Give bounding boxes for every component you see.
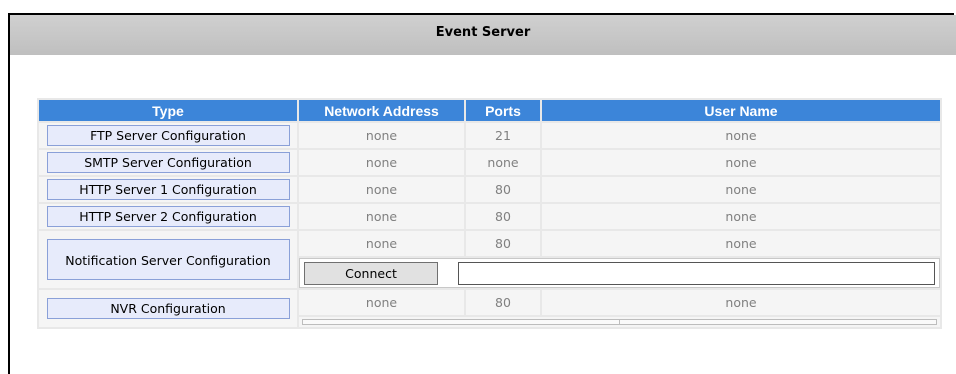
table-row: FTP Server Configuration none 21 none bbox=[39, 123, 940, 148]
port-cell: 80 bbox=[466, 204, 540, 229]
notification-server-config-button[interactable]: Notification Server Configuration bbox=[46, 239, 290, 280]
notification-url-input[interactable] bbox=[458, 261, 935, 285]
nvr-detail-bar bbox=[302, 319, 937, 325]
table-row: SMTP Server Configuration none none none bbox=[39, 150, 940, 175]
network-address-cell: none bbox=[299, 204, 464, 229]
event-server-table: Type Network Address Ports User Name FTP… bbox=[37, 98, 942, 329]
port-cell: 80 bbox=[466, 231, 540, 256]
user-name-cell: none bbox=[542, 204, 940, 229]
connect-panel: Connect bbox=[299, 258, 940, 288]
column-header-ports: Ports bbox=[466, 100, 540, 121]
table-row: Notification Server Configuration none 8… bbox=[39, 231, 940, 288]
column-header-type: Type bbox=[39, 100, 297, 121]
smtp-config-button[interactable]: SMTP Server Configuration bbox=[46, 152, 290, 173]
nvr-config-button[interactable]: NVR Configuration bbox=[46, 298, 290, 319]
http-server-1-config-button[interactable]: HTTP Server 1 Configuration bbox=[46, 179, 290, 200]
table-row: HTTP Server 2 Configuration none 80 none bbox=[39, 204, 940, 229]
column-header-user-name: User Name bbox=[542, 100, 940, 121]
user-name-cell: none bbox=[542, 177, 940, 202]
network-address-cell: none bbox=[299, 177, 464, 202]
table-header-row: Type Network Address Ports User Name bbox=[39, 100, 940, 121]
port-cell: 80 bbox=[466, 177, 540, 202]
table-row: NVR Configuration none 80 none bbox=[39, 290, 940, 327]
port-cell: none bbox=[466, 150, 540, 175]
page-title: Event Server bbox=[10, 15, 956, 55]
user-name-cell: none bbox=[542, 290, 940, 315]
column-header-network-address: Network Address bbox=[299, 100, 464, 121]
table-row: HTTP Server 1 Configuration none 80 none bbox=[39, 177, 940, 202]
ftp-config-button[interactable]: FTP Server Configuration bbox=[46, 125, 290, 146]
network-address-cell: none bbox=[299, 231, 464, 256]
network-address-cell: none bbox=[299, 123, 464, 148]
user-name-cell: none bbox=[542, 231, 940, 256]
network-address-cell: none bbox=[299, 150, 464, 175]
network-address-cell: none bbox=[299, 290, 464, 315]
user-name-cell: none bbox=[542, 123, 940, 148]
port-cell: 80 bbox=[466, 290, 540, 315]
connect-button[interactable]: Connect bbox=[304, 261, 438, 285]
http-server-2-config-button[interactable]: HTTP Server 2 Configuration bbox=[46, 206, 290, 227]
port-cell: 21 bbox=[466, 123, 540, 148]
user-name-cell: none bbox=[542, 150, 940, 175]
